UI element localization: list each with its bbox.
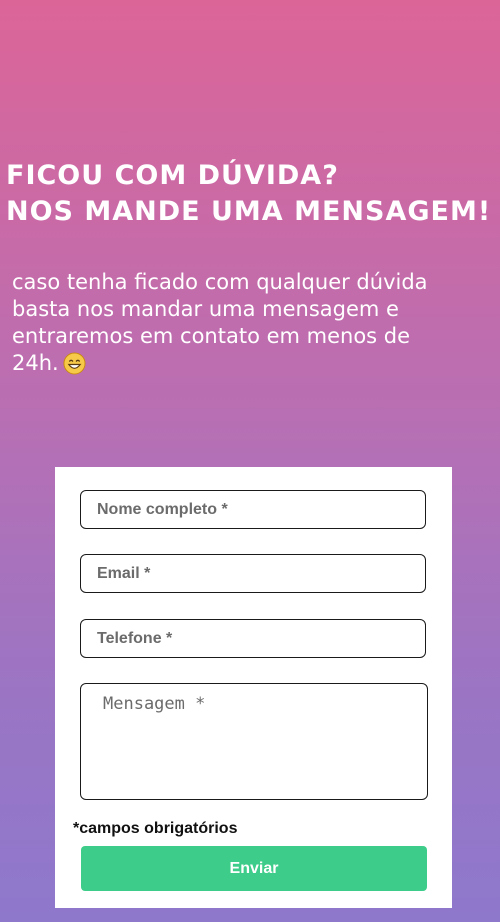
phone-input[interactable]: [80, 619, 426, 658]
submit-button[interactable]: Enviar: [81, 846, 427, 891]
required-fields-note: *campos obrigatórios: [73, 820, 238, 837]
heading-line-1: FICOU COM DÚVIDA?: [6, 160, 339, 191]
intro-paragraph: caso tenha ficado com qualquer dúvida ba…: [12, 269, 442, 377]
message-textarea[interactable]: [80, 683, 428, 800]
grinning-face-icon: [63, 352, 86, 375]
email-input[interactable]: [80, 554, 426, 593]
heading-line-2: NOS MANDE UMA MENSAGEM!: [6, 196, 492, 227]
page-heading: FICOU COM DÚVIDA? NOS MANDE UMA MENSAGEM…: [6, 158, 491, 230]
name-input[interactable]: [80, 490, 426, 529]
contact-form: *campos obrigatórios Enviar: [55, 467, 452, 908]
